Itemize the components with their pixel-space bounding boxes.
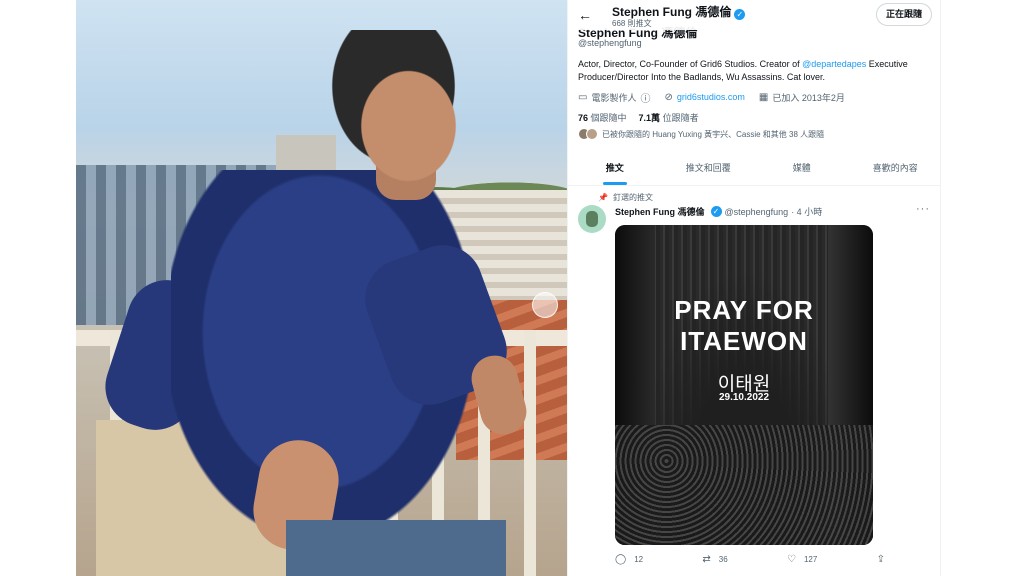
profile-website-link[interactable]: grid6studios.com: [677, 92, 745, 102]
briefcase-icon: ▭: [578, 91, 588, 103]
pin-icon: 📌: [598, 193, 608, 202]
like-button[interactable]: ♡ 127: [787, 554, 817, 565]
retweet-count: 36: [718, 555, 728, 564]
reply-icon: ◯: [615, 554, 627, 565]
verified-badge-icon: ✓: [710, 206, 722, 217]
profile-photo: [76, 0, 567, 576]
profile-bio: Actor, Director, Co-Founder of Grid6 Stu…: [578, 59, 908, 82]
tab-tweets[interactable]: 推文: [568, 152, 662, 185]
share-icon: ⇪: [876, 554, 885, 565]
tweet-timestamp[interactable]: · 4 小時: [791, 205, 822, 218]
tweet-header: Stephen Fung 馮德倫 ✓ @stephengfung · 4 小時: [615, 205, 822, 218]
tab-media[interactable]: 媒體: [755, 152, 849, 185]
info-icon[interactable]: ⓘ: [640, 90, 650, 105]
follower-avatars: [578, 128, 598, 140]
followed-by-text: 已被你跟隨的 Huang Yuxing 黃宇兴、Cassie 和其他 38 人跟…: [602, 129, 825, 139]
profile-tabs: 推文 推文和回覆 媒體 喜歡的內容: [568, 152, 941, 186]
tweet-image[interactable]: PRAY FOR ITAEWON 이태원 29.10.2022: [615, 225, 873, 545]
more-icon[interactable]: ···: [916, 203, 930, 215]
retweet-icon: ⇄: [702, 554, 711, 565]
avatar: [586, 128, 598, 140]
tab-likes[interactable]: 喜歡的內容: [849, 152, 941, 185]
followed-by-row[interactable]: 已被你跟隨的 Huang Yuxing 黃宇兴、Cassie 和其他 38 人跟…: [578, 128, 824, 140]
following-button[interactable]: 正在跟隨: [875, 3, 932, 26]
header-tweet-count: 668 則推文: [612, 19, 652, 28]
bio-mention-link[interactable]: @departedapes: [802, 59, 866, 69]
photo-person-jeans: [286, 520, 506, 576]
verified-badge-icon: ✓: [734, 9, 746, 20]
reply-button[interactable]: ◯ 12: [615, 554, 643, 565]
followers-count-link[interactable]: 7.1萬 位跟隨者: [639, 111, 699, 124]
profile-follow-counts: 76 個跟隨中 7.1萬 位跟隨者: [578, 111, 699, 124]
tab-tweets-and-replies[interactable]: 推文和回覆: [662, 152, 756, 185]
arrow-left-icon[interactable]: ←: [574, 4, 596, 26]
carousel-next-button[interactable]: [532, 292, 558, 318]
image-crowd-background: [615, 425, 873, 545]
profile-header-bar: ← Stephen Fung 馮德倫 ✓ 668 則推文 正在跟隨: [568, 0, 940, 30]
image-headline: PRAY FOR ITAEWON: [674, 295, 814, 356]
tweet-actions: ◯ 12 ⇄ 36 ♡ 127 ⇪: [615, 554, 885, 565]
tweet-author-handle[interactable]: @stephengfung: [725, 207, 789, 217]
tweet-author-avatar[interactable]: [578, 205, 606, 233]
profile-joined-date: 已加入 2013年2月: [772, 92, 845, 103]
twitter-profile-panel: ← Stephen Fung 馮德倫 ✓ 668 則推文 正在跟隨 Stephen…: [567, 0, 941, 576]
photo-person-head: [326, 30, 476, 190]
tweet-author-name[interactable]: Stephen Fung 馮德倫: [615, 205, 705, 218]
image-date-text: 29.10.2022: [718, 392, 770, 403]
calendar-icon: ▦: [758, 91, 769, 103]
heart-icon: ♡: [786, 554, 796, 565]
profile-handle: @stephengfung: [578, 38, 642, 48]
like-count: 127: [803, 555, 818, 564]
following-count-link[interactable]: 76 個跟隨中: [578, 111, 627, 124]
link-icon: ⊘: [664, 91, 673, 103]
retweet-button[interactable]: ⇄ 36: [702, 554, 727, 565]
reply-count: 12: [634, 555, 644, 564]
profile-category: 電影製作人: [591, 92, 637, 103]
pinned-tweet-label: 📌 釘選的推文: [598, 193, 653, 202]
share-button[interactable]: ⇪: [877, 554, 885, 565]
profile-meta-row: ▭ 電影製作人 ⓘ ⊘ grid6studios.com ▦ 已加入 2013年…: [578, 90, 845, 105]
